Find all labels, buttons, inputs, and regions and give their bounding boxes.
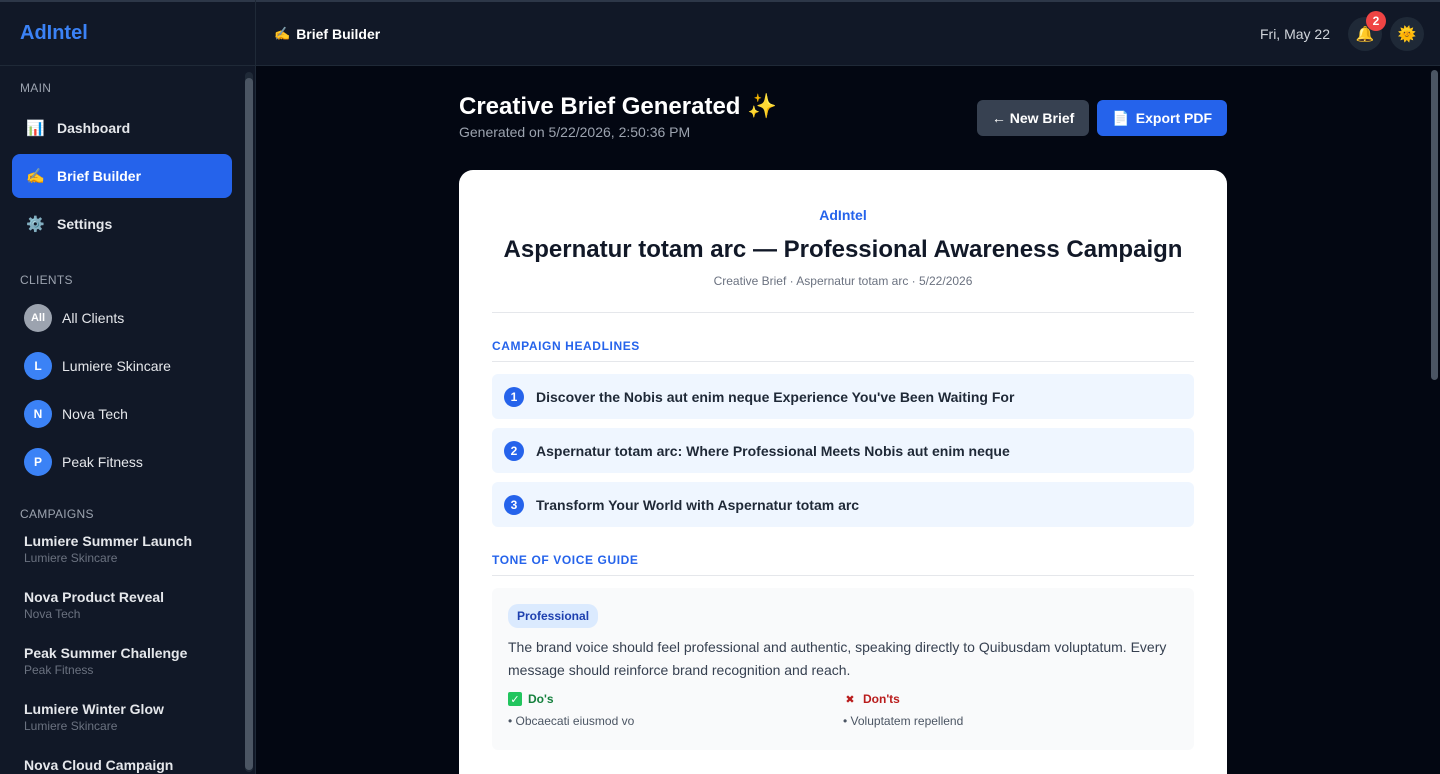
- sidebar-item-dashboard[interactable]: 📊 Dashboard: [12, 106, 232, 150]
- chart-icon: 📊: [26, 120, 45, 137]
- donts-column: ✖ Don'ts • Voluptatem repellend: [843, 692, 1178, 728]
- header-title: ✍️ Brief Builder: [274, 26, 380, 42]
- campaign-item[interactable]: Lumiere Summer Launch Lumiere Skincare: [12, 522, 232, 578]
- client-name: Nova Tech: [62, 406, 128, 422]
- campaign-name: Nova Cloud Campaign: [24, 757, 174, 773]
- sidebar-header: AdIntel: [0, 0, 255, 66]
- main-scrollbar[interactable]: [1431, 70, 1438, 774]
- headline-text: Aspernatur totam arc: Where Professional…: [536, 442, 1010, 459]
- campaign-name: Peak Summer Challenge: [24, 645, 188, 661]
- new-brief-button[interactable]: ← New Brief: [976, 100, 1090, 136]
- sidebar-item-brief-builder[interactable]: ✍️ Brief Builder: [12, 154, 232, 198]
- sidebar-scrollbar[interactable]: [245, 72, 253, 772]
- client-name: Peak Fitness: [62, 454, 143, 470]
- app-logo[interactable]: AdIntel: [20, 22, 88, 45]
- campaign-name: Nova Product Reveal: [24, 589, 165, 605]
- sidebar-scrollbar-thumb[interactable]: [245, 78, 253, 770]
- donts-heading: ✖ Don'ts: [843, 692, 1178, 706]
- campaign-item[interactable]: Nova Product Reveal Nova Tech: [12, 578, 232, 634]
- client-item-peak[interactable]: P Peak Fitness: [12, 438, 232, 486]
- headlines-list: 1 Discover the Nobis aut enim neque Expe…: [492, 374, 1194, 527]
- headline-text: Transform Your World with Aspernatur tot…: [536, 496, 860, 513]
- section-label-main: MAIN: [20, 81, 52, 95]
- headline-item: 3 Transform Your World with Aspernatur t…: [492, 482, 1194, 527]
- headline-text: Discover the Nobis aut enim neque Experi…: [536, 388, 1015, 405]
- tone-tag: Professional: [508, 604, 599, 628]
- main-scrollbar-thumb[interactable]: [1431, 70, 1438, 380]
- main-content: Creative Brief Generated ✨ Generated on …: [256, 66, 1440, 774]
- headline-number: 2: [504, 440, 524, 461]
- sidebar-item-label: Dashboard: [57, 120, 131, 136]
- dos-heading: ✓ Do's: [508, 692, 843, 706]
- campaign-client: Peak Fitness: [24, 663, 94, 677]
- current-date: Fri, May 22: [1259, 25, 1330, 42]
- client-name: All Clients: [62, 310, 125, 326]
- campaign-client: Nova Tech: [24, 607, 81, 621]
- check-icon: ✓: [508, 692, 522, 706]
- section-label-campaigns: CAMPAIGNS: [20, 507, 94, 521]
- campaign-client: Lumiere Skincare: [24, 551, 118, 565]
- dos-donts: ✓ Do's • Obcaecati eiusmod vo ✖ Don'ts •…: [508, 692, 1178, 728]
- theme-toggle-button[interactable]: 🌞: [1390, 16, 1424, 51]
- dont-item: • Voluptatem repellend: [843, 714, 964, 728]
- campaign-client: Lumiere Skincare: [24, 719, 118, 733]
- sidebar-item-settings[interactable]: ⚙️ Settings: [12, 202, 232, 246]
- do-item: • Obcaecati eiusmod vo: [508, 714, 635, 728]
- donts-label: Don'ts: [863, 692, 900, 706]
- page-header: Creative Brief Generated ✨ Generated on …: [459, 92, 1227, 142]
- export-pdf-label: Export PDF: [1135, 110, 1212, 126]
- campaign-item[interactable]: Nova Cloud Campaign: [12, 746, 232, 774]
- header-title-text: Brief Builder: [296, 25, 381, 42]
- campaign-name: Lumiere Summer Launch: [24, 533, 193, 549]
- headline-number: 1: [504, 386, 524, 407]
- document-icon: 📄: [1112, 109, 1130, 126]
- campaign-item[interactable]: Lumiere Winter Glow Lumiere Skincare: [12, 690, 232, 746]
- notifications-button[interactable]: 🔔 2: [1348, 10, 1386, 51]
- dos-label: Do's: [528, 692, 554, 706]
- headline-number: 3: [504, 494, 524, 515]
- divider: [492, 312, 1194, 313]
- notification-badge: 2: [1366, 10, 1386, 31]
- export-pdf-button[interactable]: 📄 Export PDF: [1097, 100, 1227, 136]
- dos-column: ✓ Do's • Obcaecati eiusmod vo: [508, 692, 843, 728]
- sidebar-item-label: Settings: [57, 216, 113, 232]
- campaign-item[interactable]: Peak Summer Challenge Peak Fitness: [12, 634, 232, 690]
- brief-card: AdIntel Aspernatur totam arc — Professio…: [459, 170, 1227, 774]
- campaign-name: Lumiere Winter Glow: [24, 701, 164, 717]
- section-label-clients: CLIENTS: [20, 273, 73, 287]
- avatar: N: [24, 400, 52, 428]
- sidebar-item-label: Brief Builder: [57, 168, 142, 184]
- sidebar: AdIntel MAIN 📊 Dashboard ✍️ Brief Builde…: [0, 0, 256, 774]
- avatar: L: [24, 352, 52, 380]
- avatar: All: [24, 304, 52, 332]
- writing-hand-icon: ✍️: [26, 168, 45, 185]
- client-item-nova[interactable]: N Nova Tech: [12, 390, 232, 438]
- brief-meta: Creative Brief · Aspernatur totam arc · …: [713, 274, 973, 288]
- client-item-lumiere[interactable]: L Lumiere Skincare: [12, 342, 232, 390]
- tone-guide: Professional The brand voice should feel…: [492, 588, 1194, 750]
- sidebar-nav: MAIN 📊 Dashboard ✍️ Brief Builder ⚙️ Set…: [0, 66, 244, 774]
- writing-hand-icon: ✍️: [274, 25, 291, 41]
- headline-item: 2 Aspernatur totam arc: Where Profession…: [492, 428, 1194, 473]
- tone-description: The brand voice should feel professional…: [508, 639, 1167, 678]
- brief-brand: AdIntel: [819, 207, 867, 223]
- headlines-heading: CAMPAIGN HEADLINES: [492, 339, 1194, 362]
- top-header: ✍️ Brief Builder Fri, May 22 🔔 2 🌞: [256, 0, 1440, 66]
- tone-heading: TONE OF VOICE GUIDE: [492, 553, 1194, 576]
- avatar: P: [24, 448, 52, 476]
- client-item-all[interactable]: All All Clients: [12, 294, 232, 342]
- header-actions: Fri, May 22 🔔 2 🌞: [1259, 10, 1424, 51]
- cross-icon: ✖: [845, 693, 855, 706]
- client-name: Lumiere Skincare: [62, 358, 171, 374]
- page-actions: ← New Brief 📄 Export PDF: [976, 100, 1227, 136]
- sun-icon: 🌞: [1397, 25, 1417, 43]
- brief-title: Aspernatur totam arc — Professional Awar…: [503, 236, 1183, 263]
- headline-item: 1 Discover the Nobis aut enim neque Expe…: [492, 374, 1194, 419]
- gear-icon: ⚙️: [26, 216, 45, 233]
